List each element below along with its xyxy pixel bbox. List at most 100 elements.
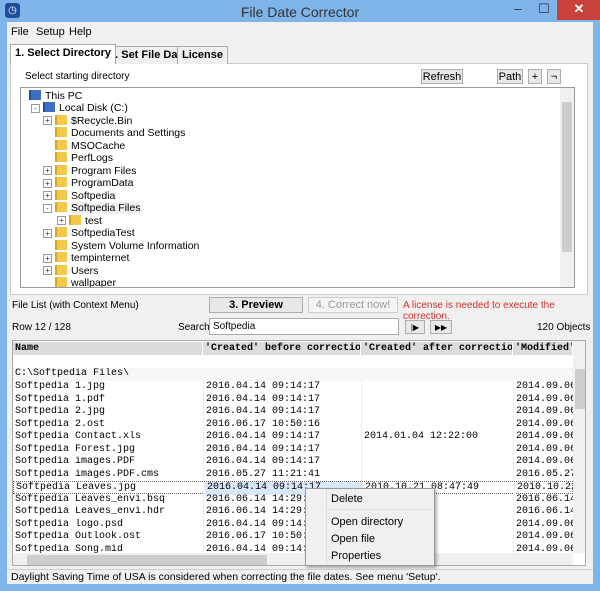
search-label: Search (178, 322, 210, 333)
column-header[interactable]: 'Created' after correction (361, 342, 513, 355)
tree-item[interactable]: Softpedia (55, 189, 115, 202)
collapse-icon[interactable]: - (43, 203, 52, 213)
table-row[interactable]: Softpedia 2.jpg 2016.04.14 09:14:17 2014.0… (13, 406, 573, 419)
context-open-directory[interactable]: Open directory (331, 516, 403, 528)
tree-item[interactable]: SoftpediaTest (55, 227, 135, 239)
folder-icon (55, 177, 67, 188)
table-cell (361, 468, 513, 481)
table-row[interactable]: Softpedia 1.pdf 2016.04.14 09:14:17 2014.0… (13, 393, 573, 406)
table-cell: Softpedia 1.pdf (15, 393, 106, 405)
tree-item-label: Softpedia Files (71, 202, 141, 215)
collapse-icon[interactable]: - (31, 103, 40, 113)
tree-item[interactable]: $Recycle.Bin (55, 114, 132, 127)
table-row[interactable]: Softpedia Leaves_envi.hdr 2016.06.14 14:2… (13, 506, 573, 519)
menu-setup[interactable]: Setup (36, 26, 65, 38)
tree-item-label: Program Files (71, 164, 137, 177)
tree-item[interactable]: tempinternet (55, 252, 129, 264)
expand-icon[interactable]: + (43, 253, 52, 263)
expand-icon[interactable]: + (43, 266, 52, 276)
maximize-button[interactable]: ☐ (531, 0, 557, 20)
directory-tree[interactable]: This PC - Local Disk (C:) + $Recycle.Bin Docu… (20, 87, 575, 288)
context-properties[interactable]: Properties (331, 550, 381, 562)
close-button[interactable]: ✕ (557, 0, 600, 20)
tree-item[interactable]: MSOCache (55, 139, 125, 152)
folder-icon (55, 139, 67, 150)
expand-icon[interactable]: + (43, 178, 52, 188)
menu-help[interactable]: Help (69, 26, 92, 38)
expand-icon[interactable]: + (43, 166, 52, 176)
context-delete[interactable]: Delete (331, 493, 363, 505)
table-cell (361, 443, 513, 456)
expand-button[interactable]: + (528, 69, 542, 84)
table-vscroll[interactable] (573, 341, 585, 553)
correct-now-button[interactable]: 4. Correct now! (308, 297, 398, 313)
path-button[interactable]: Path (497, 69, 523, 84)
table-cell (361, 393, 513, 406)
folder-icon (55, 189, 67, 200)
column-header[interactable]: 'Modified' (513, 342, 573, 355)
find-next-button[interactable]: |▶ (405, 320, 425, 334)
tree-item-label: test (85, 214, 102, 227)
tree-item[interactable]: Users (55, 264, 98, 277)
collapse-button[interactable]: ¬ (547, 69, 561, 84)
folder-icon (55, 239, 67, 250)
tab-select-directory[interactable]: 1. Select Directory (10, 44, 116, 64)
expand-icon[interactable]: + (43, 116, 52, 126)
table-row[interactable]: Softpedia images.PDF 2016.04.14 09:14:17 2… (13, 456, 573, 469)
table-cell: 2016.06.14 (513, 506, 573, 519)
expand-icon[interactable]: + (43, 191, 52, 201)
table-row[interactable]: Softpedia Outlook.ost 2016.06.17 10:50:1 2… (13, 531, 573, 544)
table-cell: 2016.05.27 (513, 468, 573, 481)
table-cell: 2014.09.06 (513, 456, 573, 469)
find-all-button[interactable]: ▶▶ (430, 320, 452, 334)
table-row[interactable]: Softpedia Leaves_envi.bsq 2016.06.14 14:2… (13, 493, 573, 506)
tree-item[interactable]: Documents and Settings (55, 127, 185, 139)
table-cell (361, 406, 513, 419)
tree-item[interactable]: This PC (29, 90, 82, 102)
menu-file[interactable]: File (11, 26, 29, 38)
table-row[interactable]: Softpedia Leaves.jpg2016.04.14 09:14:172… (13, 481, 574, 495)
context-open-file[interactable]: Open file (331, 533, 375, 545)
table-cell: 2016.06.14 (513, 493, 573, 506)
tree-item[interactable]: System Volume Information (55, 239, 199, 252)
folder-icon (55, 227, 67, 238)
table-cell: Softpedia Forest.jpg (15, 443, 136, 455)
search-input[interactable] (209, 318, 399, 335)
tree-item[interactable]: Program Files (55, 164, 137, 177)
table-cell: Softpedia images.PDF.cms (15, 468, 160, 480)
context-menu: Delete Open directory Open file Properti… (305, 488, 435, 566)
title-bar: ◷ File Date Corrector – ☐ ✕ (0, 0, 600, 22)
table-row[interactable]: Softpedia images.PDF.cms 2016.05.27 11:21… (13, 468, 573, 481)
minimize-button[interactable]: – (505, 0, 531, 20)
computer-icon (29, 90, 41, 100)
tree-scrollbar[interactable] (560, 88, 574, 287)
preview-button[interactable]: 3. Preview (209, 297, 303, 313)
table-cell: 2014.09.06 (513, 518, 573, 531)
tree-item-label: wallpaper (71, 277, 116, 288)
column-header[interactable]: Name (13, 342, 203, 355)
status-bar: Daylight Saving Time of USA is considere… (7, 569, 593, 584)
expand-icon[interactable]: + (57, 216, 66, 226)
tree-item[interactable]: Local Disk (C:) (43, 102, 128, 114)
folder-icon (55, 264, 67, 275)
column-header[interactable]: 'Created' before correction (203, 342, 361, 355)
table-row[interactable]: Softpedia Contact.xls 2016.04.14 09:14:17… (13, 431, 573, 444)
table-row[interactable]: Softpedia Forest.jpg 2016.04.14 09:14:17 2… (13, 443, 573, 456)
tree-item[interactable]: wallpaper (55, 277, 116, 288)
tab-license[interactable]: License (177, 46, 228, 64)
table-row[interactable]: Softpedia 1.jpg 2016.04.14 09:14:17 2014.0… (13, 381, 573, 394)
tree-item[interactable]: Softpedia Files (55, 202, 141, 215)
table-row[interactable]: Softpedia logo.psd 2016.04.14 09:14:1 2014… (13, 518, 573, 531)
license-warning: A license is needed to execute the corre… (403, 300, 555, 322)
refresh-button[interactable]: Refresh (421, 69, 463, 84)
table-cell: Softpedia images.PDF (15, 456, 136, 467)
file-table[interactable]: Name 'Created' before correction 'Created'… (12, 340, 586, 566)
table-hscroll[interactable] (13, 553, 573, 565)
folder-icon (55, 152, 67, 163)
expand-icon[interactable]: + (43, 228, 52, 238)
tree-item[interactable]: test (69, 214, 102, 227)
table-row[interactable]: Softpedia 2.ost 2016.06.17 10:50:16 2014.0… (13, 418, 573, 431)
table-cell: 2014.09.06 (513, 406, 573, 419)
tree-item[interactable]: PerfLogs (55, 152, 113, 164)
tree-item[interactable]: ProgramData (55, 177, 133, 189)
